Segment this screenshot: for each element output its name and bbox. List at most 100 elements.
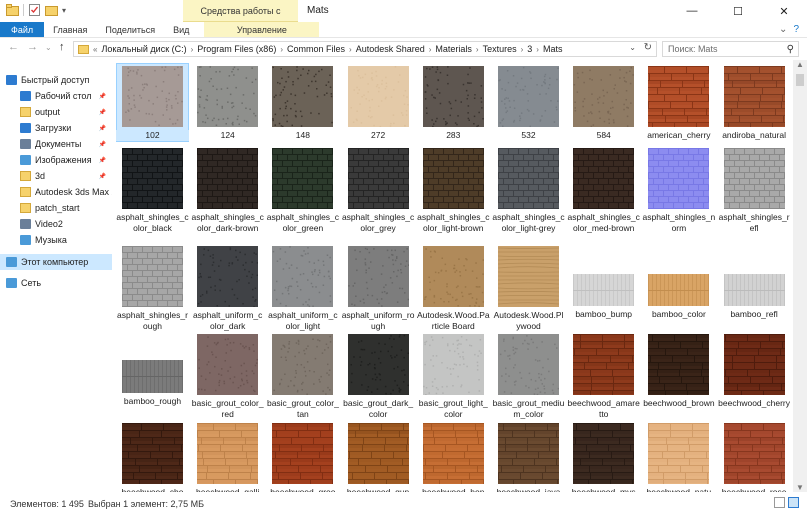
- file-item[interactable]: basic_grout_color_red: [191, 331, 264, 426]
- folder-icon[interactable]: [6, 4, 19, 16]
- chevron-right-icon[interactable]: ›: [429, 45, 432, 54]
- sidebar-item[interactable]: Сеть: [0, 275, 112, 291]
- file-item[interactable]: beechwood_galli: [191, 420, 264, 492]
- file-item[interactable]: asphalt_uniform_color_light: [266, 243, 339, 338]
- file-item[interactable]: asphalt_shingles_rough: [116, 243, 189, 338]
- file-item[interactable]: asphalt_shingles_refl: [718, 145, 791, 240]
- file-item[interactable]: bamboo_refl: [718, 243, 791, 338]
- file-item[interactable]: 124: [191, 63, 264, 142]
- file-item[interactable]: asphalt_uniform_rough: [342, 243, 415, 338]
- breadcrumb-item[interactable]: Program Files (x86): [197, 44, 276, 54]
- chevron-right-icon[interactable]: ›: [476, 45, 479, 54]
- tab-share[interactable]: Поделиться: [96, 22, 164, 37]
- sidebar-item[interactable]: Video2: [0, 216, 112, 232]
- file-item[interactable]: 272: [342, 63, 415, 142]
- file-item[interactable]: beechwood_gun: [342, 420, 415, 492]
- file-item[interactable]: 532: [492, 63, 565, 142]
- file-item[interactable]: beechwood_amaretto: [567, 331, 640, 426]
- file-item[interactable]: basic_grout_dark_color: [342, 331, 415, 426]
- file-item[interactable]: beechwood_brown: [642, 331, 715, 426]
- chevron-right-icon[interactable]: ›: [536, 45, 539, 54]
- file-item[interactable]: asphalt_shingles_color_black: [116, 145, 189, 240]
- refresh-icon[interactable]: ↻: [644, 42, 652, 53]
- file-item[interactable]: asphalt_shingles_color_light-brown: [417, 145, 490, 240]
- scroll-down-icon[interactable]: ▼: [796, 483, 804, 492]
- overflow-chevron[interactable]: «: [93, 45, 97, 54]
- chevron-right-icon[interactable]: ›: [349, 45, 352, 54]
- scroll-up-icon[interactable]: ▲: [796, 60, 804, 69]
- chevron-right-icon[interactable]: ›: [280, 45, 283, 54]
- file-item[interactable]: beechwood_cho: [116, 420, 189, 492]
- file-item[interactable]: 102: [116, 63, 189, 142]
- file-item[interactable]: basic_grout_light_color: [417, 331, 490, 426]
- file-item[interactable]: beechwood_mys: [567, 420, 640, 492]
- back-arrow-icon[interactable]: ←: [8, 41, 19, 53]
- address-dropdown-icon[interactable]: ⌄: [629, 43, 636, 52]
- file-item[interactable]: beechwood_rose: [718, 420, 791, 492]
- file-item[interactable]: asphalt_shingles_color_dark-brown: [191, 145, 264, 240]
- breadcrumb-item[interactable]: Autodesk Shared: [356, 44, 425, 54]
- search-input[interactable]: Поиск: Mats ⚲: [662, 41, 799, 57]
- file-item[interactable]: andiroba_natural: [718, 63, 791, 142]
- file-item[interactable]: bamboo_rough: [116, 331, 189, 426]
- chevron-down-icon[interactable]: ⌄: [779, 24, 787, 35]
- sidebar-item[interactable]: Быстрый доступ: [0, 72, 112, 88]
- file-item[interactable]: beechwood_natu: [642, 420, 715, 492]
- breadcrumb-item[interactable]: Materials: [435, 44, 472, 54]
- tab-home[interactable]: Главная: [44, 22, 96, 37]
- vertical-scrollbar[interactable]: ▲ ▼: [793, 60, 807, 492]
- search-icon[interactable]: ⚲: [787, 43, 794, 57]
- qat-customize-icon[interactable]: ▾: [62, 6, 66, 15]
- help-icon[interactable]: ?: [793, 24, 799, 35]
- tab-view[interactable]: Вид: [164, 22, 198, 37]
- file-item[interactable]: 283: [417, 63, 490, 142]
- file-item[interactable]: basic_grout_medium_color: [492, 331, 565, 426]
- sidebar-item[interactable]: Autodesk 3ds Max 2: [0, 184, 112, 200]
- forward-arrow-icon[interactable]: →: [27, 41, 38, 53]
- file-item[interactable]: beechwood_groo: [266, 420, 339, 492]
- file-item[interactable]: beechwood_java: [492, 420, 565, 492]
- new-folder-icon[interactable]: [45, 4, 58, 16]
- sidebar-item[interactable]: Загрузки 📌: [0, 120, 112, 136]
- maximize-button[interactable]: ☐: [715, 0, 761, 22]
- close-button[interactable]: ✕: [761, 0, 807, 22]
- sidebar-item[interactable]: 3d 📌: [0, 168, 112, 184]
- file-item[interactable]: asphalt_shingles_color_light-grey: [492, 145, 565, 240]
- file-item[interactable]: asphalt_uniform_color_dark: [191, 243, 264, 338]
- tab-file[interactable]: Файл: [0, 22, 45, 37]
- sidebar-item[interactable]: patch_start: [0, 200, 112, 216]
- file-item[interactable]: 584: [567, 63, 640, 142]
- tab-manage[interactable]: Управление: [204, 22, 320, 37]
- chevron-right-icon[interactable]: ›: [521, 45, 524, 54]
- file-item[interactable]: asphalt_shingles_color_grey: [342, 145, 415, 240]
- file-item[interactable]: asphalt_shingles_norm: [642, 145, 715, 240]
- chevron-right-icon[interactable]: ›: [191, 45, 194, 54]
- large-icons-view-icon[interactable]: [788, 497, 799, 508]
- file-item[interactable]: american_cherry: [642, 63, 715, 142]
- file-item[interactable]: bamboo_color: [642, 243, 715, 338]
- scrollbar-thumb[interactable]: [796, 74, 804, 86]
- up-arrow-icon[interactable]: ↑: [59, 41, 65, 53]
- sidebar-item[interactable]: Этот компьютер: [0, 254, 112, 270]
- sidebar-item[interactable]: Музыка: [0, 232, 112, 248]
- file-item[interactable]: beechwood_hon: [417, 420, 490, 492]
- file-item[interactable]: basic_grout_color_tan: [266, 331, 339, 426]
- breadcrumb-item[interactable]: Textures: [483, 44, 517, 54]
- file-item[interactable]: Autodesk.Wood.Particle Board: [417, 243, 490, 338]
- recent-dropdown-icon[interactable]: ⌄: [45, 43, 52, 52]
- details-view-icon[interactable]: [774, 497, 785, 508]
- file-item[interactable]: Autodesk.Wood.Plywood: [492, 243, 565, 338]
- breadcrumb-item[interactable]: 3: [527, 44, 532, 54]
- sidebar-item[interactable]: output 📌: [0, 104, 112, 120]
- breadcrumb-item[interactable]: Локальный диск (C:): [101, 44, 186, 54]
- file-item[interactable]: asphalt_shingles_color_green: [266, 145, 339, 240]
- properties-icon[interactable]: [28, 4, 41, 16]
- address-bar[interactable]: « Локальный диск (C:) › Program Files (x8…: [73, 41, 657, 57]
- file-item[interactable]: bamboo_bump: [567, 243, 640, 338]
- sidebar-item[interactable]: Документы 📌: [0, 136, 112, 152]
- sidebar-item[interactable]: Рабочий стол 📌: [0, 88, 112, 104]
- file-item[interactable]: 148: [266, 63, 339, 142]
- breadcrumb-item[interactable]: Mats: [543, 44, 563, 54]
- sidebar-item[interactable]: Изображения 📌: [0, 152, 112, 168]
- file-item[interactable]: beechwood_cherry: [718, 331, 791, 426]
